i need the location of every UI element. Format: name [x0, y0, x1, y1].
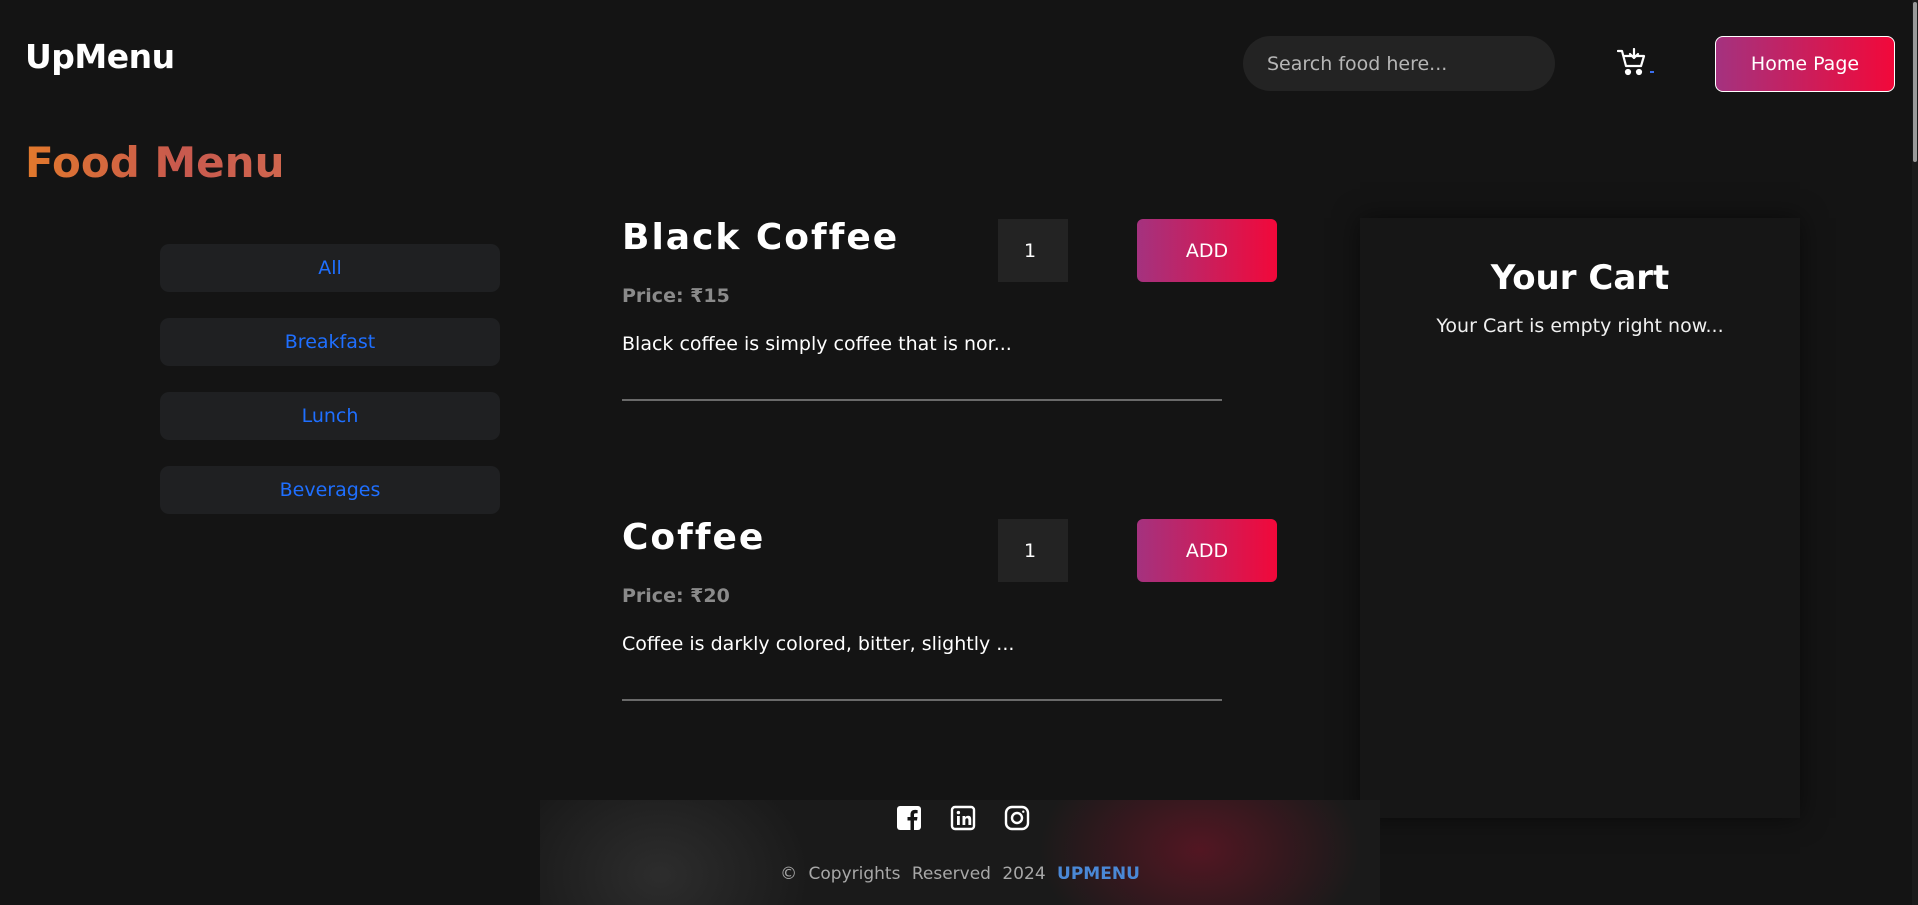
item-price: Price: ₹20 — [622, 585, 730, 607]
category-breakfast-button[interactable]: Breakfast — [160, 318, 500, 366]
item-price: Price: ₹15 — [622, 285, 730, 307]
footer: © Copyrights Reserved 2024 UPMENU — [540, 800, 1380, 905]
scrollbar-thumb[interactable] — [1913, 2, 1917, 162]
social-links — [540, 800, 1380, 836]
search-input[interactable] — [1243, 36, 1555, 91]
menu-item: Coffee ADD Price: ₹20 Coffee is darkly c… — [622, 515, 1282, 815]
instagram-icon[interactable] — [1004, 805, 1030, 831]
cart-panel: Your Cart Your Cart is empty right now..… — [1360, 218, 1800, 818]
quantity-input[interactable] — [998, 219, 1068, 282]
menu-list: Black Coffee ADD Price: ₹15 Black coffee… — [622, 215, 1282, 815]
cart-title: Your Cart — [1490, 258, 1670, 298]
item-description: Coffee is darkly colored, bitter, slight… — [622, 633, 1015, 655]
logo[interactable]: UpMenu — [25, 37, 175, 76]
add-button[interactable]: ADD — [1137, 219, 1277, 282]
home-page-button[interactable]: Home Page — [1715, 36, 1895, 92]
category-list: All Breakfast Lunch Beverages — [160, 244, 500, 540]
menu-item: Black Coffee ADD Price: ₹15 Black coffee… — [622, 215, 1282, 515]
category-lunch-button[interactable]: Lunch — [160, 392, 500, 440]
divider — [622, 699, 1222, 701]
cart-empty-message: Your Cart is empty right now... — [1436, 315, 1724, 337]
copyright-text: © Copyrights Reserved 2024 — [780, 864, 1046, 884]
category-all-button[interactable]: All — [160, 244, 500, 292]
facebook-icon[interactable] — [896, 805, 922, 831]
divider — [622, 399, 1222, 401]
copyright: © Copyrights Reserved 2024 UPMENU — [540, 864, 1380, 884]
header: UpMenu Home Page — [0, 0, 1918, 110]
category-beverages-button[interactable]: Beverages — [160, 466, 500, 514]
linkedin-icon[interactable] — [950, 805, 976, 831]
page-title: Food Menu — [25, 138, 285, 187]
quantity-input[interactable] — [998, 519, 1068, 582]
cart-icon[interactable] — [1617, 48, 1654, 78]
add-button[interactable]: ADD — [1137, 519, 1277, 582]
brand-link[interactable]: UPMENU — [1057, 864, 1140, 884]
cart-count-indicator — [1650, 71, 1654, 73]
item-description: Black coffee is simply coffee that is no… — [622, 333, 1012, 355]
item-name: Coffee — [622, 517, 766, 558]
item-name: Black Coffee — [622, 217, 900, 258]
